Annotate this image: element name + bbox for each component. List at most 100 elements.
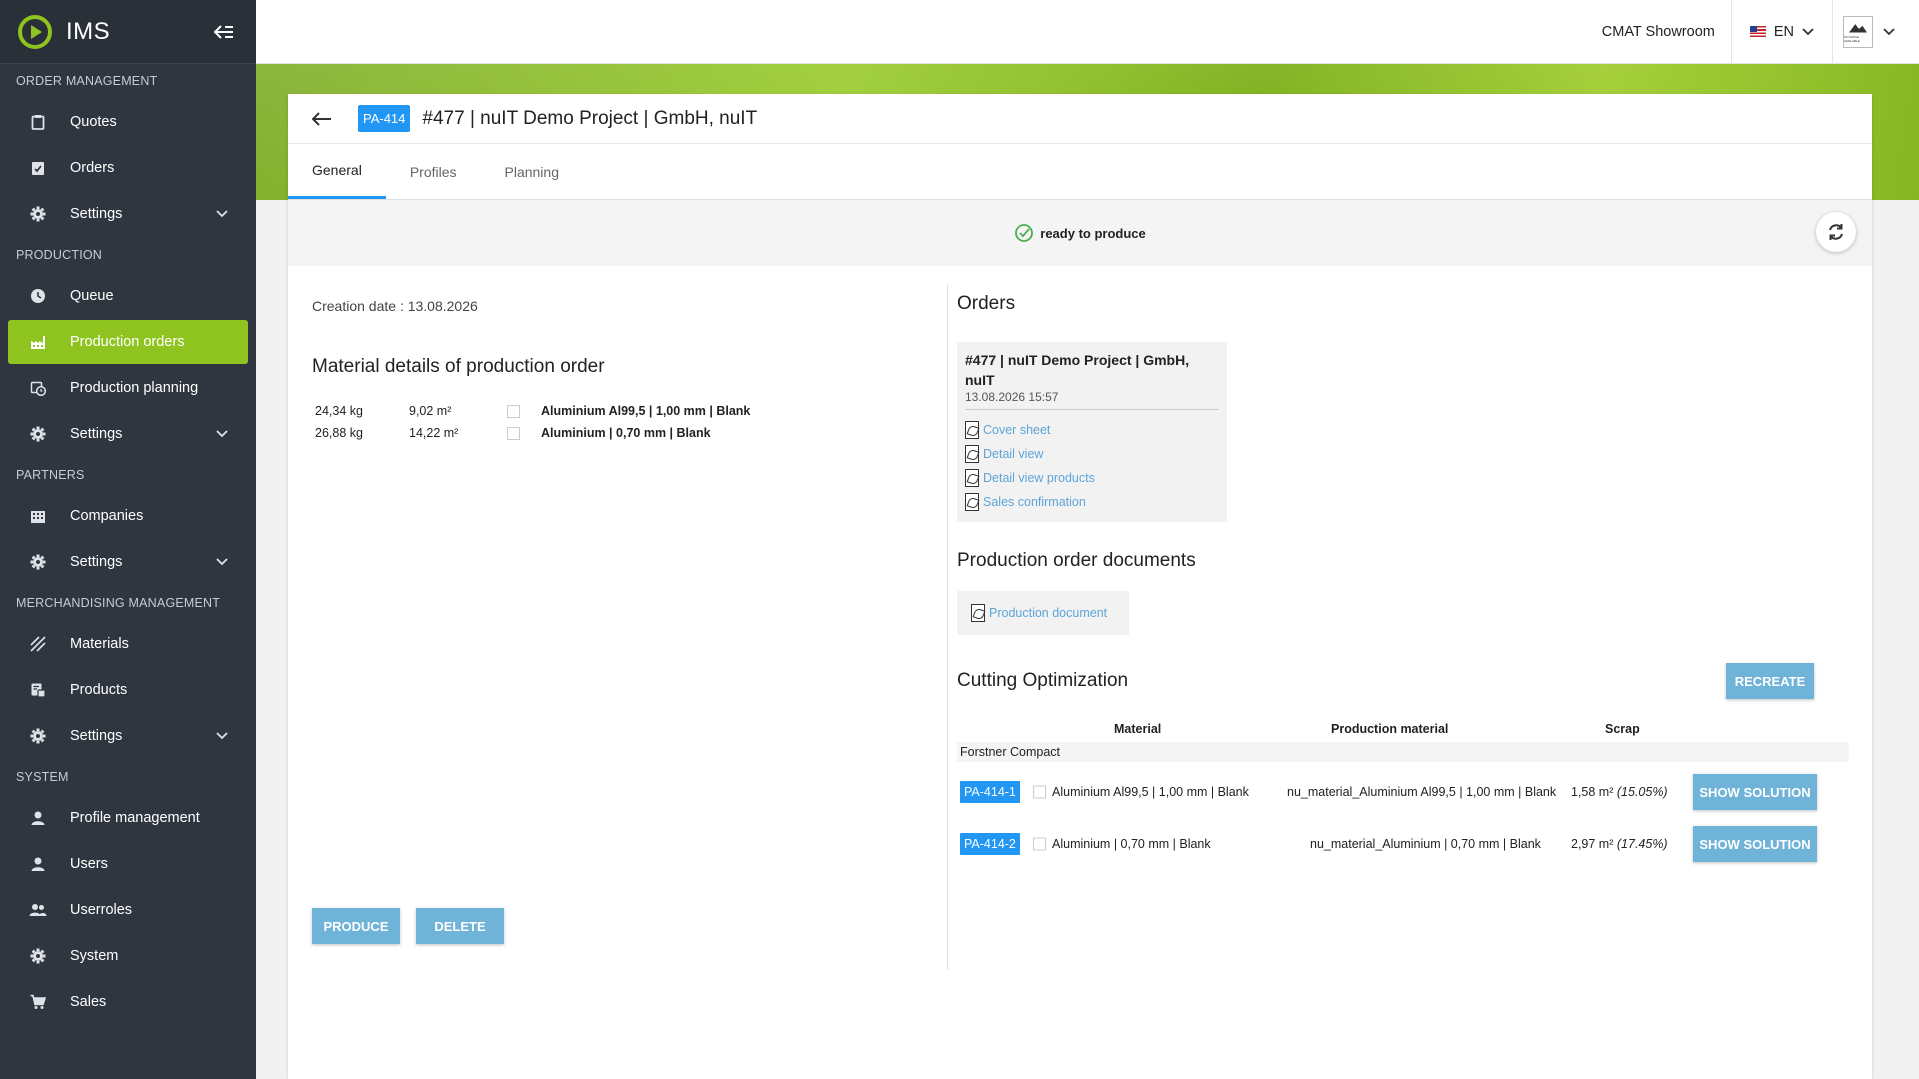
- produce-button[interactable]: PRODUCE: [312, 908, 400, 944]
- sidebar-item-quotes[interactable]: Quotes: [8, 100, 248, 144]
- sidebar-item-orders[interactable]: Orders: [8, 146, 248, 190]
- sidebar: IMS ORDER MANAGEMENT Quotes Orders Settings…: [0, 0, 256, 1079]
- sidebar-item-label: Settings: [70, 554, 123, 570]
- detail-view-link[interactable]: Detail view: [965, 442, 1219, 466]
- sidebar-item-label: Settings: [70, 206, 123, 222]
- status-text: ready to produce: [1040, 225, 1146, 241]
- user-icon: [28, 854, 48, 874]
- sidebar-item-production-planning[interactable]: Production planning: [8, 366, 248, 410]
- gear-icon: [28, 204, 48, 224]
- table-row: PA-414-1 Aluminium Al99,5 | 1,00 mm | Bl…: [957, 774, 1849, 810]
- cutting-badge[interactable]: PA-414-1: [960, 781, 1020, 803]
- sidebar-nav: ORDER MANAGEMENT Quotes Orders Settings PROD…: [0, 64, 256, 1024]
- clipboard-icon: [28, 112, 48, 132]
- cutting-checkbox[interactable]: [1033, 785, 1046, 799]
- user-menu[interactable]: NO IMAGE AVAILABLE: [1833, 0, 1905, 64]
- factory-icon: [28, 332, 48, 352]
- doc-link-label: Production document: [989, 606, 1108, 620]
- show-solution-button[interactable]: SHOW SOLUTION: [1693, 774, 1817, 810]
- chevron-down-icon: [1802, 27, 1814, 35]
- cover-sheet-link[interactable]: Cover sheet: [965, 418, 1219, 442]
- sidebar-item-label: Orders: [70, 160, 115, 176]
- sidebar-item-label: Sales: [70, 994, 107, 1010]
- column-divider: [947, 284, 948, 970]
- refresh-icon: [1829, 224, 1843, 240]
- pdf-icon: [965, 469, 979, 487]
- pdf-icon: [971, 604, 985, 622]
- sidebar-item-label: Profile management: [70, 810, 200, 826]
- material-details-title: Material details of production order: [312, 356, 605, 377]
- sidebar-item-settings[interactable]: Settings: [8, 714, 248, 758]
- sidebar-item-settings[interactable]: Settings: [8, 540, 248, 584]
- show-solution-button[interactable]: SHOW SOLUTION: [1693, 826, 1817, 862]
- users-icon: [28, 900, 48, 920]
- user-icon: [28, 808, 48, 828]
- back-arrow-icon[interactable]: [311, 106, 332, 132]
- sidebar-section-title: PARTNERS: [16, 468, 85, 482]
- tab-general[interactable]: General: [288, 144, 386, 199]
- avatar-placeholder-text: NO IMAGE AVAILABLE: [1844, 34, 1860, 43]
- material-weight: 24,34 kg: [315, 404, 363, 418]
- chevron-down-icon: [216, 206, 228, 222]
- column-header-scrap: Scrap: [1605, 722, 1640, 736]
- cart-icon: [28, 992, 48, 1012]
- sidebar-item-users[interactable]: Users: [8, 842, 248, 886]
- sidebar-item-queue[interactable]: Queue: [8, 274, 248, 318]
- sidebar-item-products[interactable]: Products: [8, 668, 248, 712]
- cutting-checkbox[interactable]: [1033, 837, 1046, 851]
- sales-confirmation-link[interactable]: Sales confirmation: [965, 490, 1219, 514]
- gear-icon: [28, 726, 48, 746]
- production-order-documents-title: Production order documents: [957, 550, 1196, 571]
- page-title: #477 | nuIT Demo Project | GmbH, nuIT: [422, 107, 758, 129]
- tab-profiles[interactable]: Profiles: [386, 144, 481, 199]
- material-weight: 26,88 kg: [315, 426, 363, 440]
- cutting-material: Aluminium Al99,5 | 1,00 mm | Blank: [1052, 785, 1249, 799]
- order-title[interactable]: #477 | nuIT Demo Project | GmbH, nuIT: [965, 350, 1219, 390]
- sidebar-item-companies[interactable]: Companies: [8, 494, 248, 538]
- delete-button[interactable]: DELETE: [416, 908, 504, 944]
- sidebar-item-label: Products: [70, 682, 128, 698]
- tab-bar: General Profiles Planning: [288, 144, 1872, 200]
- sidebar-section-title: MERCHANDISING MANAGEMENT: [16, 596, 221, 610]
- sidebar-item-sales[interactable]: Sales: [8, 980, 248, 1024]
- sidebar-item-label: Materials: [70, 636, 129, 652]
- sidebar-item-settings[interactable]: Settings: [8, 412, 248, 456]
- recreate-button[interactable]: RECREATE: [1726, 663, 1814, 699]
- language-label: EN: [1773, 23, 1794, 40]
- cutting-group-label: Forstner Compact: [957, 742, 1849, 762]
- company-name[interactable]: CMAT Showroom: [1586, 0, 1732, 64]
- production-document-link[interactable]: Production document: [971, 601, 1107, 625]
- chevron-down-icon: [216, 426, 228, 442]
- sidebar-item-label: Settings: [70, 728, 123, 744]
- collapse-sidebar-icon[interactable]: [210, 18, 238, 46]
- sidebar-item-profile-management[interactable]: Profile management: [8, 796, 248, 840]
- detail-view-products-link[interactable]: Detail view products: [965, 466, 1219, 490]
- order-card: #477 | nuIT Demo Project | GmbH, nuIT 13…: [957, 342, 1227, 522]
- gear-icon: [28, 424, 48, 444]
- cutting-badge[interactable]: PA-414-2: [960, 833, 1020, 855]
- sidebar-item-label: Production planning: [70, 380, 199, 396]
- tab-planning[interactable]: Planning: [481, 144, 584, 199]
- pdf-icon: [965, 445, 979, 463]
- material-checkbox[interactable]: [507, 405, 520, 419]
- sidebar-item-settings[interactable]: Settings: [8, 192, 248, 236]
- sidebar-item-label: Quotes: [70, 114, 117, 130]
- gear-icon: [28, 946, 48, 966]
- cutting-optimization-title: Cutting Optimization: [957, 670, 1129, 691]
- column-header-production-material: Production material: [1331, 722, 1449, 736]
- refresh-button[interactable]: [1816, 212, 1856, 252]
- pdf-icon: [965, 493, 979, 511]
- cutting-production-material: nu_material_Aluminium | 0,70 mm | Blank: [1310, 837, 1541, 851]
- material-name: Aluminium | 0,70 mm | Blank: [541, 426, 711, 440]
- sidebar-section-title: SYSTEM: [16, 770, 69, 784]
- hatch-icon: [28, 634, 48, 654]
- language-selector[interactable]: EN: [1732, 0, 1833, 64]
- sidebar-item-userroles[interactable]: Userroles: [8, 888, 248, 932]
- sidebar-item-materials[interactable]: Materials: [8, 622, 248, 666]
- product-icon: [28, 680, 48, 700]
- sidebar-item-production-orders[interactable]: Production orders: [8, 320, 248, 364]
- sidebar-section-title: ORDER MANAGEMENT: [16, 74, 158, 88]
- material-checkbox[interactable]: [507, 427, 520, 441]
- sidebar-item-system[interactable]: System: [8, 934, 248, 978]
- material-area: 9,02 m²: [409, 404, 452, 418]
